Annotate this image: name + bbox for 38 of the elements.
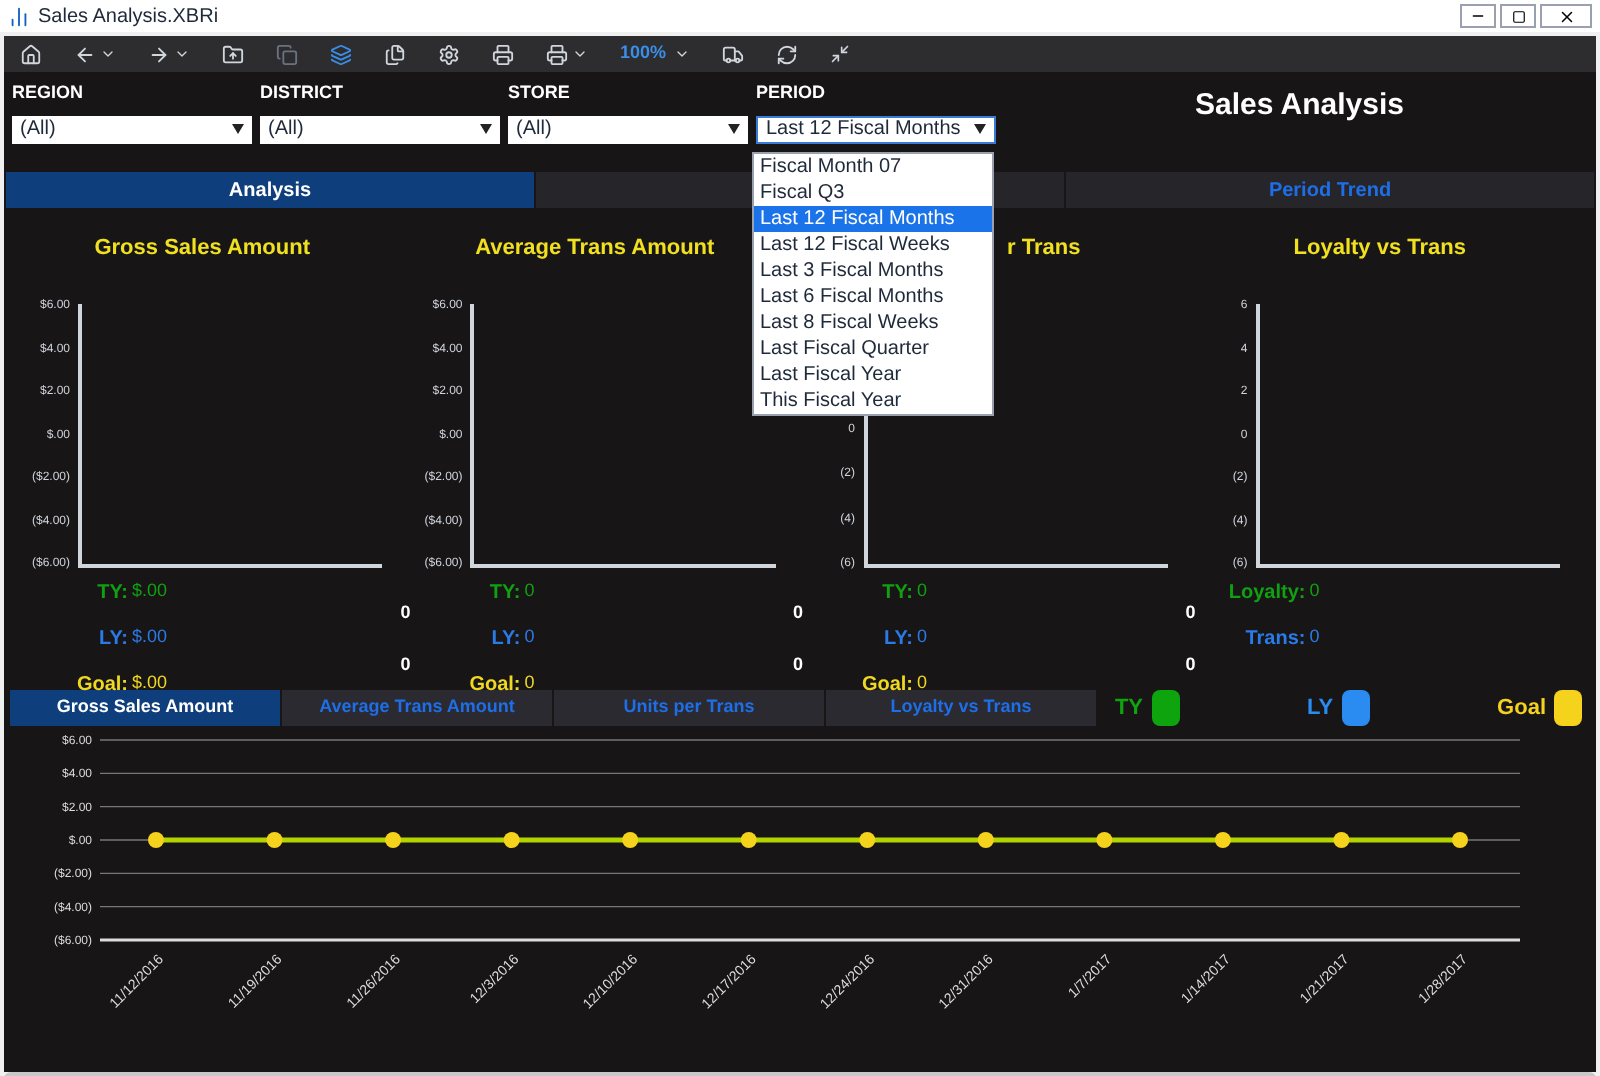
stat-value: 0 [917,624,930,650]
legend-label: Goal [1497,693,1546,724]
stat-value: 0 [917,578,930,604]
filter-label: PERIOD [756,80,828,106]
stat-label: TY: [882,580,913,608]
filter-label: REGION [12,80,86,106]
stat-value: $.00 [132,670,170,696]
value-label: 0 [400,600,411,626]
stat-value: $.00 [132,578,170,604]
stat-label: LY: [491,626,521,654]
stat-label: Loyalty: [1228,580,1306,608]
window-title: Sales Analysis.XBRi [38,3,219,31]
value-label: 0 [1185,600,1196,626]
stat-value: 0 [524,624,537,650]
stat-label: Trans: [1245,626,1306,654]
legend-label: TY [1114,693,1143,724]
value-label: 0 [1185,651,1196,677]
chart-title: Gross Sales Amount [94,234,311,260]
chart-title: r Trans [1007,234,1081,260]
stat-label: LY: [884,626,913,654]
chart-title: Loyalty vs Trans [1293,234,1466,260]
value-label: 0 [792,651,803,677]
value-label: 0 [792,600,803,626]
chart-title: Average Trans Amount [475,234,715,260]
stat-label: TY: [97,580,128,608]
stat-label: LY: [99,626,128,654]
stat-label: TY: [489,580,521,608]
stat-value: 0 [524,670,537,696]
filter-label: STORE [508,80,572,106]
stat-value: 0 [524,578,537,604]
stat-value: $.00 [132,624,170,650]
stat-value: 0 [1309,624,1322,650]
stat-value: 0 [1309,578,1322,604]
legend-label: LY [1307,693,1334,724]
page-title: Sales Analysis [1194,86,1404,126]
stat-value: 0 [917,670,930,696]
filter-label: DISTRICT [260,80,345,106]
value-label: 0 [400,651,411,677]
